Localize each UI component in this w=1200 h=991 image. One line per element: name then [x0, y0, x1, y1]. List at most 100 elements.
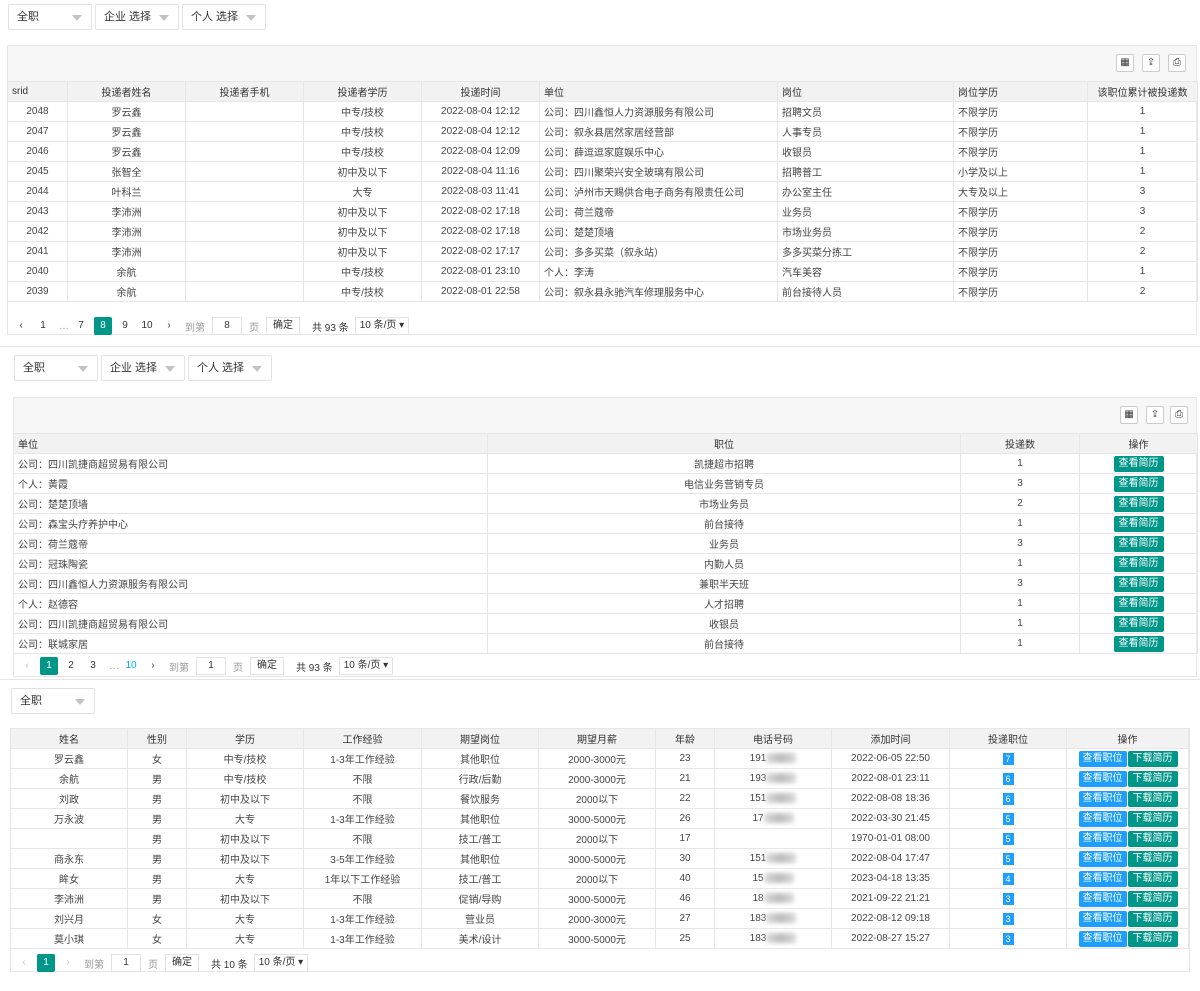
table-row[interactable]: 公司：四川鑫恒人力资源服务有限公司 兼职半天班 3 查看简历 — [13, 573, 1198, 594]
table-row[interactable]: 公司：四川凯捷商超贸易有限公司 收银员 1 查看简历 — [13, 613, 1198, 634]
print-icon[interactable]: ⎙ — [1170, 406, 1188, 424]
view-position-button[interactable]: 查看职位 — [1078, 790, 1127, 807]
view-position-button[interactable]: 查看职位 — [1078, 930, 1127, 947]
next-page-icon[interactable]: › — [144, 657, 162, 675]
job-type-select[interactable]: 全职 — [14, 355, 98, 381]
table-row[interactable]: 商永东男初中及以下 3-5年工作经验 其他职位 3000-5000元 30 151 2022… — [10, 848, 1189, 869]
page-current[interactable]: 8 — [94, 317, 112, 335]
download-resume-button[interactable]: 下载简历 — [1127, 910, 1178, 927]
applied-count-badge[interactable]: 7 — [1002, 752, 1014, 765]
page-10[interactable]: 10 — [138, 317, 156, 335]
table-row[interactable]: 个人：赵德容 人才招聘 1 查看简历 — [13, 593, 1198, 614]
table-row[interactable]: 公司：森宝头疗养护中心 前台接待 1 查看简历 — [13, 513, 1198, 534]
applied-count-badge[interactable]: 5 — [1002, 812, 1014, 825]
download-resume-button[interactable]: 下载简历 — [1127, 850, 1178, 867]
next-page-icon[interactable]: › — [160, 317, 178, 335]
applied-count-badge[interactable]: 5 — [1002, 852, 1014, 865]
view-position-button[interactable]: 查看职位 — [1078, 810, 1127, 827]
applied-count-badge[interactable]: 6 — [1002, 772, 1014, 785]
person-select[interactable]: 个人 选择 — [188, 355, 272, 381]
applied-count-badge[interactable]: 3 — [1002, 932, 1014, 945]
download-resume-button[interactable]: 下载简历 — [1127, 750, 1178, 767]
table-row[interactable]: 2042 李沛洲 初中及以下 2022-08-02 17:18 公司：楚楚顶墙 市场业务员… — [7, 221, 1198, 242]
page-9[interactable]: 9 — [116, 317, 134, 335]
applied-count-badge[interactable]: 3 — [1002, 912, 1014, 925]
table-row[interactable]: 罗云鑫女中专/技校 1-3年工作经验 其他职位 2000-3000元 23 191 2022… — [10, 748, 1189, 769]
company-select[interactable]: 企业 选择 — [95, 4, 179, 30]
table-row[interactable]: 眸女男大专 1年以下工作经验 技工/普工 2000以下 40 15 2023-04-18 1… — [10, 868, 1189, 889]
table-row[interactable]: 2045 张智全 初中及以下 2022-08-04 11:16 公司：四川聚荣兴安全玻璃… — [7, 161, 1198, 182]
table-row[interactable]: 个人：黄霞 电信业务营销专员 3 查看简历 — [13, 473, 1198, 494]
table-row[interactable]: 2048 罗云鑫 中专/技校 2022-08-04 12:12 公司：四川鑫恒人力资源服… — [7, 101, 1198, 122]
table-row[interactable]: 2040 余航 中专/技校 2022-08-01 23:10 个人：李涛 汽车美容 不限学历… — [7, 261, 1198, 282]
view-resume-button[interactable]: 查看简历 — [1113, 595, 1164, 612]
goto-page-input[interactable]: 1 — [196, 657, 226, 675]
goto-confirm-button[interactable]: 确定 — [266, 317, 300, 335]
download-resume-button[interactable]: 下载简历 — [1127, 930, 1178, 947]
view-resume-button[interactable]: 查看简历 — [1113, 615, 1164, 632]
view-position-button[interactable]: 查看职位 — [1078, 910, 1127, 927]
next-page-icon[interactable]: › — [59, 954, 77, 972]
applied-count-badge[interactable]: 6 — [1002, 792, 1014, 805]
export-icon[interactable]: ⇪ — [1146, 406, 1164, 424]
download-resume-button[interactable]: 下载简历 — [1127, 830, 1178, 847]
table-row[interactable]: 2041 李沛洲 初中及以下 2022-08-02 17:17 公司：多多买菜（叙永站）… — [7, 241, 1198, 262]
table-row[interactable]: 公司：联城家居 前台接待 1 查看简历 — [13, 633, 1198, 654]
page-size-select[interactable]: 10 条/页 ▾ — [338, 657, 394, 675]
table-row[interactable]: 男初中及以下 不限 技工/普工 2000以下 17 1970-01-01 08:00 5 查看… — [10, 828, 1189, 849]
table-row[interactable]: 公司：冠珠陶瓷 内勤人员 1 查看简历 — [13, 553, 1198, 574]
table-row[interactable]: 公司：楚楚顶墙 市场业务员 2 查看简历 — [13, 493, 1198, 514]
prev-page-icon[interactable]: ‹ — [18, 657, 36, 675]
download-resume-button[interactable]: 下载简历 — [1127, 870, 1178, 887]
page-7[interactable]: 7 — [72, 317, 90, 335]
page-2[interactable]: 2 — [62, 657, 80, 675]
table-row[interactable]: 2039 余航 中专/技校 2022-08-01 22:58 公司：叙永县永驰汽车修理服… — [7, 281, 1198, 302]
view-position-button[interactable]: 查看职位 — [1078, 830, 1127, 847]
view-resume-button[interactable]: 查看简历 — [1113, 455, 1164, 472]
columns-filter-icon[interactable]: ▦ — [1120, 406, 1138, 424]
view-position-button[interactable]: 查看职位 — [1078, 890, 1127, 907]
job-type-select[interactable]: 全职 — [11, 688, 95, 714]
table-row[interactable]: 莫小琪女大专 1-3年工作经验 美术/设计 3000-5000元 25 183 2022-0… — [10, 928, 1189, 949]
view-resume-button[interactable]: 查看简历 — [1113, 495, 1164, 512]
download-resume-button[interactable]: 下载简历 — [1127, 890, 1178, 907]
prev-page-icon[interactable]: ‹ — [15, 954, 33, 972]
page-last[interactable]: 10 — [122, 657, 140, 675]
table-row[interactable]: 刘政男初中及以下 不限 餐饮服务 2000以下 22 151 2022-08-08 18:3… — [10, 788, 1189, 809]
table-row[interactable]: 2047 罗云鑫 中专/技校 2022-08-04 12:12 公司：叙永县居然家居经营… — [7, 121, 1198, 142]
page-3[interactable]: 3 — [84, 657, 102, 675]
company-select[interactable]: 企业 选择 — [101, 355, 185, 381]
applied-count-badge[interactable]: 5 — [1002, 832, 1014, 845]
person-select[interactable]: 个人 选择 — [182, 4, 266, 30]
view-position-button[interactable]: 查看职位 — [1078, 750, 1127, 767]
page-current[interactable]: 1 — [40, 657, 58, 675]
job-type-select[interactable]: 全职 — [8, 4, 92, 30]
page-1[interactable]: 1 — [34, 317, 52, 335]
view-resume-button[interactable]: 查看简历 — [1113, 535, 1164, 552]
goto-confirm-button[interactable]: 确定 — [250, 657, 284, 675]
export-icon[interactable]: ⇪ — [1142, 54, 1160, 72]
table-row[interactable]: 2043 李沛洲 初中及以下 2022-08-02 17:18 公司：荷兰蔻帝 业务员 不限… — [7, 201, 1198, 222]
goto-page-input[interactable]: 1 — [111, 954, 141, 972]
page-size-select[interactable]: 10 条/页 ▾ — [354, 317, 410, 335]
view-resume-button[interactable]: 查看简历 — [1113, 635, 1164, 652]
page-current[interactable]: 1 — [37, 954, 55, 972]
page-size-select[interactable]: 10 条/页 ▾ — [253, 954, 309, 972]
goto-page-input[interactable]: 8 — [212, 317, 242, 335]
view-resume-button[interactable]: 查看简历 — [1113, 515, 1164, 532]
download-resume-button[interactable]: 下载简历 — [1127, 790, 1178, 807]
table-row[interactable]: 刘兴月女大专 1-3年工作经验 营业员 2000-3000元 27 183 2022-08-… — [10, 908, 1189, 929]
view-position-button[interactable]: 查看职位 — [1078, 770, 1127, 787]
table-row[interactable]: 公司：荷兰蔻帝 业务员 3 查看简历 — [13, 533, 1198, 554]
table-row[interactable]: 李沛洲男初中及以下 不限 促销/导购 3000-5000元 46 18 2021-09-22… — [10, 888, 1189, 909]
view-resume-button[interactable]: 查看简历 — [1113, 555, 1164, 572]
table-row[interactable]: 公司：四川凯捷商超贸易有限公司 凯捷超市招聘 1 查看简历 — [13, 453, 1198, 474]
applied-count-badge[interactable]: 4 — [1002, 872, 1014, 885]
table-row[interactable]: 万永波男大专 1-3年工作经验 其他职位 3000-5000元 26 17 2022-03-… — [10, 808, 1189, 829]
table-row[interactable]: 2046 罗云鑫 中专/技校 2022-08-04 12:09 公司：薛逗逗家庭娱乐中心… — [7, 141, 1198, 162]
table-row[interactable]: 2044 叶科兰 大专 2022-08-03 11:41 公司：泸州市天赐供合电子商务有… — [7, 181, 1198, 202]
download-resume-button[interactable]: 下载简历 — [1127, 770, 1178, 787]
print-icon[interactable]: ⎙ — [1168, 54, 1186, 72]
columns-filter-icon[interactable]: ▦ — [1116, 54, 1134, 72]
view-position-button[interactable]: 查看职位 — [1078, 850, 1127, 867]
